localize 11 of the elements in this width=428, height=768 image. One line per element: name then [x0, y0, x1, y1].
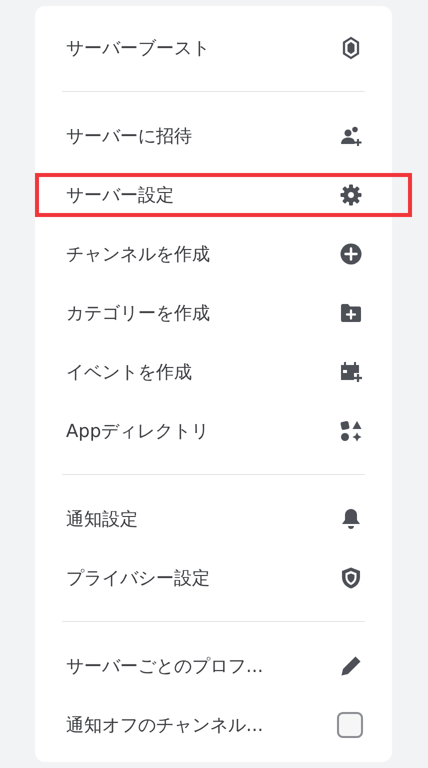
menu-item[interactable]: 通知オフのチャンネル... — [35, 695, 392, 754]
menu-item[interactable]: サーバー設定 — [35, 173, 412, 217]
menu-item[interactable]: プライバシー設定 — [35, 548, 392, 607]
menu-item[interactable]: イベントを作成 — [35, 342, 392, 401]
menu-item[interactable]: サーバーに招待 — [35, 106, 392, 165]
menu-item[interactable]: 通知設定 — [35, 489, 392, 548]
menu-item[interactable]: サーバーブースト — [35, 18, 392, 77]
menu-item[interactable]: サーバーごとのプロフ... — [35, 636, 392, 695]
menu-item[interactable]: カテゴリーを作成 — [35, 283, 392, 342]
menu-item[interactable]: チャンネルを作成 — [35, 224, 392, 283]
menu-item[interactable]: Appディレクトリ — [35, 401, 392, 460]
